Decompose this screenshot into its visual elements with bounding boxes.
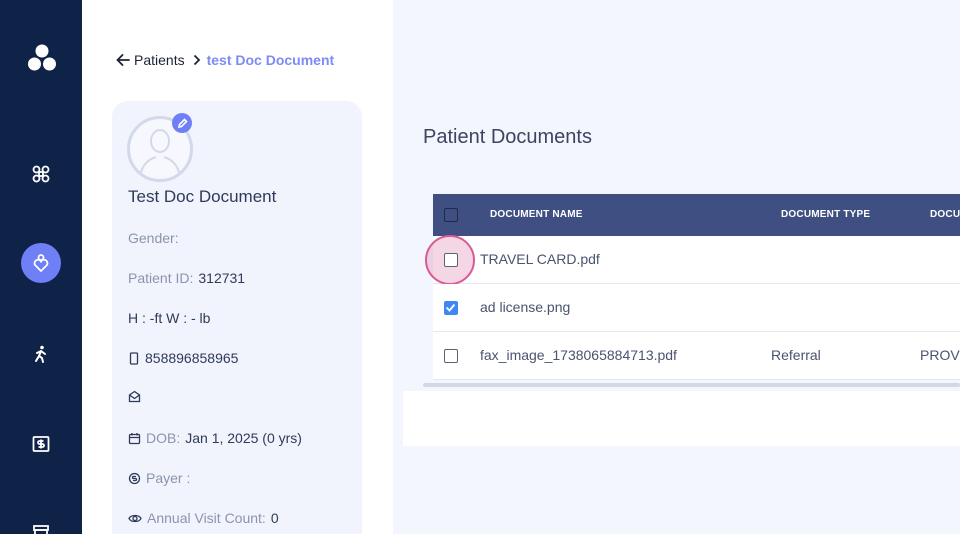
table-row[interactable]: fax_image_1738065884713.pdf Referral PRO… [433, 332, 960, 380]
patient-info-card: Test Doc Document Gender: Patient ID: 31… [112, 101, 362, 534]
command-icon [32, 165, 50, 183]
column-header-third[interactable]: DOCU [930, 209, 960, 220]
select-all-checkbox[interactable] [444, 208, 458, 222]
dob-label: DOB: [146, 430, 181, 446]
table-row[interactable]: TRAVEL CARD.pdf [425, 235, 960, 285]
breadcrumb-patients-label: Patients [134, 52, 185, 68]
patient-id-label: Patient ID: [128, 270, 194, 286]
dashboard-nav-item[interactable] [21, 154, 61, 194]
visit-count-value: 0 [270, 510, 279, 526]
column-header-document-name[interactable]: DOCUMENT NAME [490, 209, 583, 220]
table-header: DOCUMENT NAME DOCUMENT TYPE DOCU [433, 194, 960, 236]
height-weight-value: H : -ft W : - lb [128, 310, 211, 326]
dob-row: DOB: Jan 1, 2025 (0 yrs) [128, 430, 302, 446]
document-name-cell[interactable]: TRAVEL CARD.pdf [480, 251, 600, 267]
row-checkbox[interactable] [444, 349, 458, 363]
patient-panel: Patients test Doc Document Test Doc Docu… [82, 0, 393, 534]
document-name-cell[interactable]: fax_image_1738065884713.pdf [480, 347, 677, 363]
heart-person-icon [33, 254, 49, 273]
back-to-patients-link[interactable]: Patients [116, 52, 185, 68]
chevron-right-icon [193, 54, 200, 66]
pencil-icon [177, 117, 188, 128]
table-footer [403, 391, 960, 446]
dollar-circle-icon [128, 472, 141, 484]
phone-value: 858896858965 [145, 350, 239, 366]
third-column-cell: PROVI [920, 347, 960, 363]
checkmark-icon [445, 303, 456, 312]
patient-id-row: Patient ID: 312731 [128, 270, 245, 286]
breadcrumb-current: test Doc Document [206, 52, 335, 68]
envelope-open-icon [128, 390, 141, 403]
eye-icon [128, 514, 142, 522]
horizontal-scrollbar[interactable] [423, 383, 960, 387]
patient-id-value: 312731 [198, 270, 246, 286]
logo-icon [28, 44, 56, 71]
column-header-document-type[interactable]: DOCUMENT TYPE [781, 209, 870, 220]
documents-table: DOCUMENT NAME DOCUMENT TYPE DOCU TRAVEL … [425, 194, 960, 380]
left-nav [0, 0, 82, 534]
document-type-cell: Referral [771, 347, 821, 363]
visit-count-label: Annual Visit Count: [147, 510, 266, 526]
payer-label: Payer : [146, 470, 191, 486]
row-checkbox[interactable] [444, 301, 458, 315]
billing-nav-item[interactable] [21, 424, 61, 464]
inbox-nav-item[interactable] [21, 512, 61, 534]
dob-value: Jan 1, 2025 (0 yrs) [185, 430, 302, 446]
dollar-bill-icon [32, 436, 50, 452]
table-row[interactable]: ad license.png [433, 284, 960, 332]
email-row [128, 390, 146, 403]
row-checkbox[interactable] [444, 253, 458, 267]
payer-row: Payer : [128, 470, 195, 486]
gender-label: Gender: [128, 230, 179, 246]
walking-person-icon [35, 345, 46, 363]
height-weight-row: H : -ft W : - lb [128, 310, 210, 326]
phone-icon [129, 351, 139, 365]
breadcrumb: Patients test Doc Document [116, 52, 334, 68]
document-name-cell[interactable]: ad license.png [480, 299, 570, 315]
phone-row: 858896858965 [128, 350, 238, 366]
activity-nav-item[interactable] [21, 334, 61, 374]
edit-avatar-button[interactable] [172, 113, 192, 133]
patients-nav-item[interactable] [21, 243, 61, 283]
visit-count-row: Annual Visit Count: 0 [128, 510, 279, 526]
gender-row: Gender: [128, 230, 184, 246]
patient-name: Test Doc Document [128, 187, 277, 206]
page-title: Patient Documents [423, 126, 592, 148]
tray-icon [33, 525, 49, 534]
calendar-icon [128, 432, 141, 444]
arrow-left-icon [116, 54, 130, 66]
